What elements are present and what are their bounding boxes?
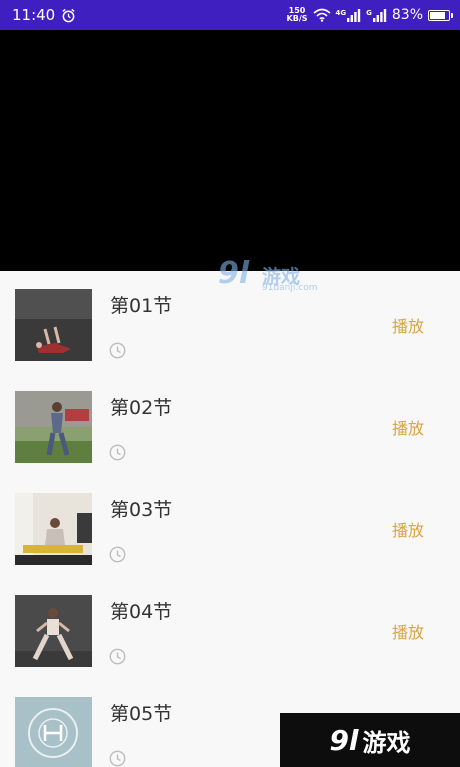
battery-percent: 83% — [391, 7, 423, 23]
lesson-thumbnail — [15, 595, 92, 667]
lesson-title: 第05节 — [110, 703, 173, 725]
video-player[interactable] — [0, 30, 460, 271]
lesson-title: 第04节 — [110, 601, 173, 623]
battery-fill — [430, 11, 445, 19]
clock-icon — [109, 546, 126, 563]
play-button[interactable]: 播放 — [392, 415, 424, 439]
lesson-item-2[interactable]: 第02节 播放 — [0, 373, 460, 475]
signal-g-icon: G — [366, 8, 387, 22]
lesson-thumbnail — [15, 697, 92, 767]
clock-icon — [109, 648, 126, 665]
lesson-title: 第03节 — [110, 499, 173, 521]
signal-4g-icon: 4G — [336, 8, 362, 22]
lesson-item-4[interactable]: 第04节 播放 — [0, 577, 460, 679]
clock-icon — [109, 750, 126, 767]
wifi-icon — [312, 8, 331, 22]
play-button[interactable]: 播放 — [392, 313, 424, 337]
alarm-icon — [62, 8, 75, 22]
play-button[interactable]: 播放 — [392, 517, 424, 541]
clock-icon — [109, 342, 126, 359]
clock-icon — [109, 444, 126, 461]
lesson-thumbnail — [15, 289, 92, 361]
status-time: 11:40 — [12, 6, 56, 24]
lesson-title: 第02节 — [110, 397, 173, 419]
play-button[interactable]: 播放 — [392, 619, 424, 643]
net-speed: 150 KB/S — [286, 6, 308, 23]
status-bar: 11:40 150 KB/S 4G G 83% — [0, 0, 460, 30]
lesson-item-3[interactable]: 第03节 播放 — [0, 475, 460, 577]
lesson-thumbnail — [15, 391, 92, 463]
battery-icon — [428, 9, 453, 21]
watermark-logo-bottom: 9l 游戏 — [280, 713, 460, 767]
lesson-list: 第01节 播放 第02节 播放 第03节 播放 第04节 播放 第05节 — [0, 271, 460, 767]
lesson-title: 第01节 — [110, 295, 173, 317]
app-screen: 11:40 150 KB/S 4G G 83% 第01节 播放 第02节 播放 … — [0, 0, 460, 767]
lesson-thumbnail — [15, 493, 92, 565]
lesson-item-1[interactable]: 第01节 播放 — [0, 271, 460, 373]
